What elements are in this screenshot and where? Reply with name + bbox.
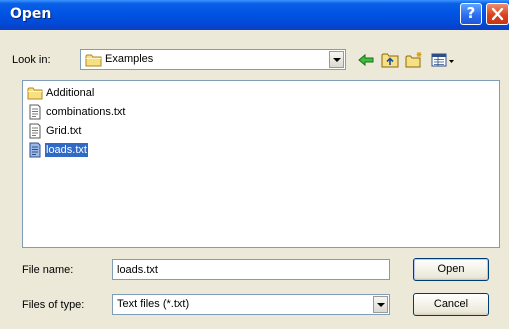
look-in-combo[interactable]: Examples [80, 49, 346, 70]
text-file-icon [29, 104, 41, 120]
list-item-combinations[interactable]: combinations.txt [27, 104, 126, 120]
file-name-label: File name: [22, 264, 74, 276]
file-type-value: Text files (*.txt) [117, 298, 190, 310]
cancel-button[interactable]: Cancel [413, 293, 489, 316]
text-file-icon [29, 142, 41, 158]
look-in-label: Look in: [12, 54, 51, 66]
list-item-folder-additional[interactable]: Additional [27, 85, 95, 101]
file-type-combo[interactable]: Text files (*.txt) [112, 294, 390, 315]
list-item-label: Additional [46, 87, 95, 99]
file-name-input[interactable] [112, 259, 390, 280]
close-icon [491, 7, 504, 21]
file-type-label: Files of type: [22, 299, 85, 311]
back-arrow-icon[interactable] [356, 51, 376, 69]
list-item-label: combinations.txt [46, 106, 126, 118]
folder-icon [85, 54, 102, 67]
folder-icon [27, 87, 43, 100]
close-button[interactable] [486, 3, 509, 25]
help-button[interactable]: ? [460, 3, 482, 25]
file-list[interactable]: Additional combinations.txt Grid.txt loa… [22, 80, 500, 248]
list-item-grid[interactable]: Grid.txt [27, 123, 82, 139]
dialog-title: Open [10, 6, 52, 22]
text-file-icon [29, 123, 41, 139]
file-type-dropdown-button[interactable] [373, 296, 388, 313]
look-in-dropdown-button[interactable] [329, 51, 344, 68]
list-item-label: loads.txt [45, 143, 88, 157]
list-item-loads[interactable]: loads.txt [27, 142, 88, 158]
look-in-value: Examples [105, 53, 154, 65]
list-item-label: Grid.txt [46, 125, 82, 137]
open-dialog: Open ? Look in: Examples Additional comb… [0, 0, 509, 329]
new-folder-icon[interactable] [404, 51, 424, 69]
up-folder-icon[interactable] [380, 51, 400, 69]
view-menu-icon[interactable] [430, 51, 456, 69]
title-bar[interactable]: Open ? [0, 0, 509, 30]
open-button[interactable]: Open [413, 258, 489, 281]
